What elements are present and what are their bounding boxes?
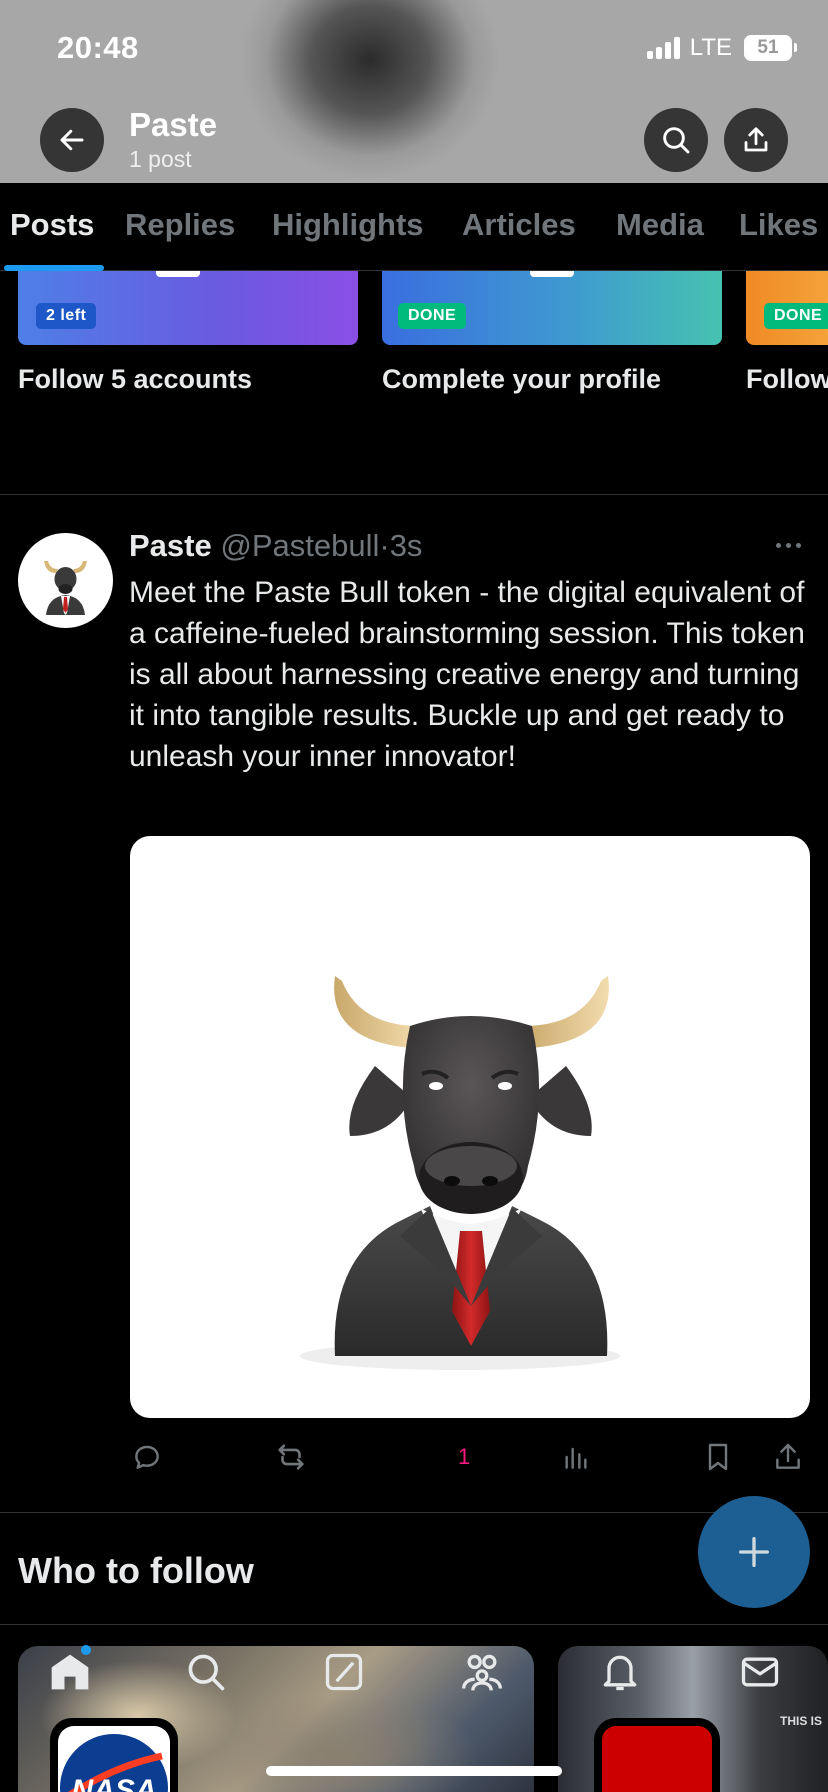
share-profile-button[interactable] bbox=[724, 108, 788, 172]
views-button[interactable] bbox=[560, 1432, 592, 1482]
nasa-avatar[interactable]: NASA bbox=[50, 1718, 178, 1792]
tab-media[interactable]: Media bbox=[616, 207, 704, 243]
tab-replies[interactable]: Replies bbox=[125, 207, 235, 243]
compose-post-button[interactable] bbox=[698, 1496, 810, 1608]
reply-icon bbox=[135, 1445, 159, 1469]
section-divider bbox=[0, 494, 828, 495]
card-decoration bbox=[530, 271, 574, 277]
repost-button[interactable] bbox=[274, 1432, 308, 1482]
communities-icon[interactable] bbox=[460, 1650, 504, 1694]
onboarding-badge: DONE bbox=[764, 303, 828, 329]
tab-posts[interactable]: Posts bbox=[10, 207, 94, 243]
post-separator: · bbox=[379, 528, 390, 563]
post-more-icon[interactable] bbox=[776, 543, 801, 548]
post-text: Meet the Paste Bull token - the digital … bbox=[129, 576, 805, 773]
card-decoration bbox=[156, 271, 200, 277]
messages-icon[interactable] bbox=[738, 1650, 782, 1694]
tab-articles[interactable]: Articles bbox=[462, 207, 576, 243]
post-actions: 1 bbox=[0, 1432, 828, 1482]
status-indicators: LTE 51 bbox=[646, 34, 797, 62]
status-time: 20:48 bbox=[57, 30, 139, 65]
repost-icon bbox=[278, 1444, 304, 1470]
home-indicator bbox=[266, 1766, 562, 1776]
onboarding-badge: 2 left bbox=[36, 303, 97, 329]
post-avatar[interactable] bbox=[18, 533, 113, 628]
nasa-logo-icon: NASA bbox=[60, 1734, 168, 1792]
bull-avatar-icon bbox=[44, 561, 87, 615]
cnn-banner-caption: THIS IS bbox=[780, 1714, 823, 1728]
notifications-icon[interactable] bbox=[598, 1650, 642, 1694]
plus-icon bbox=[739, 1537, 769, 1567]
arrow-left-icon bbox=[60, 129, 84, 151]
post-media-image[interactable] bbox=[130, 836, 810, 1418]
onboarding-title[interactable]: Follow bbox=[746, 364, 828, 395]
reply-button[interactable] bbox=[131, 1432, 163, 1482]
post-author-handle[interactable]: @Pastebull bbox=[220, 528, 379, 563]
cnn-avatar[interactable]: CNN bbox=[594, 1718, 720, 1792]
post-header: Paste @Pastebull·3s bbox=[129, 528, 422, 564]
views-icon bbox=[565, 1447, 587, 1469]
search-icon bbox=[663, 127, 690, 154]
onboarding-title[interactable]: Complete your profile bbox=[382, 364, 661, 395]
nasa-logo-text: NASA bbox=[71, 1774, 156, 1792]
section-divider bbox=[0, 1512, 828, 1513]
signal-icon bbox=[646, 37, 680, 59]
tab-likes[interactable]: Likes bbox=[739, 207, 818, 243]
bookmark-icon bbox=[708, 1443, 728, 1471]
share-icon bbox=[776, 1443, 800, 1469]
bookmark-button[interactable] bbox=[702, 1432, 734, 1482]
home-icon[interactable] bbox=[48, 1650, 92, 1694]
share-post-button[interactable] bbox=[772, 1432, 804, 1482]
search-button[interactable] bbox=[644, 108, 708, 172]
onboarding-badge: DONE bbox=[398, 303, 467, 329]
tab-highlights[interactable]: Highlights bbox=[272, 207, 424, 243]
like-button[interactable]: 1 bbox=[458, 1432, 470, 1482]
share-icon bbox=[744, 127, 768, 152]
who-to-follow-heading: Who to follow bbox=[18, 1550, 254, 1591]
cnn-logo-text: CNN bbox=[602, 1726, 712, 1792]
battery-icon: 51 bbox=[744, 35, 797, 61]
bull-in-suit-image bbox=[300, 976, 620, 1370]
like-count: 1 bbox=[458, 1444, 471, 1469]
post-author-name[interactable]: Paste bbox=[129, 528, 212, 563]
back-button[interactable] bbox=[40, 108, 104, 172]
network-type: LTE bbox=[689, 34, 732, 61]
onboarding-title[interactable]: Follow 5 accounts bbox=[18, 364, 252, 395]
profile-post-count: 1 post bbox=[129, 146, 192, 172]
battery-level: 51 bbox=[757, 37, 779, 58]
post-timestamp: 3s bbox=[389, 528, 423, 563]
profile-name: Paste bbox=[129, 106, 218, 143]
section-divider bbox=[0, 1624, 828, 1625]
search-nav-icon[interactable] bbox=[184, 1650, 228, 1694]
profile-tabs: Posts Replies Highlights Articles Media … bbox=[0, 183, 828, 271]
grok-icon[interactable] bbox=[322, 1650, 366, 1694]
